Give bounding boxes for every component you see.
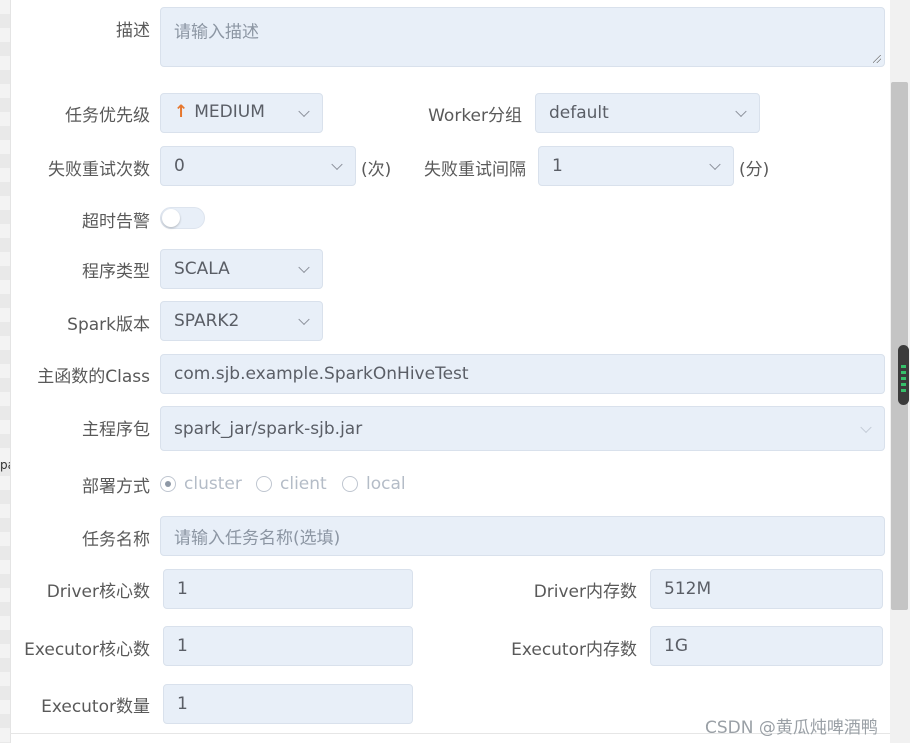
deploy-mode-radio-local[interactable]: local — [342, 474, 406, 494]
spark-version-label: Spark版本 — [67, 315, 150, 335]
radio-label: cluster — [184, 474, 242, 494]
chevron-down-icon — [735, 105, 747, 118]
executor-count-input[interactable]: 1 — [163, 684, 413, 724]
retry-interval-select[interactable]: 1 — [538, 146, 734, 186]
side-widget-icon[interactable] — [898, 345, 909, 405]
driver-memory-input[interactable]: 512M — [650, 569, 883, 609]
background-text: pa — [0, 458, 10, 472]
deploy-mode-radio-cluster[interactable]: cluster — [160, 474, 242, 494]
driver-memory-value: 512M — [664, 579, 712, 599]
task-name-placeholder: 请输入任务名称(选填) — [174, 528, 341, 549]
chevron-down-icon — [298, 313, 310, 326]
main-class-input[interactable]: com.sjb.example.SparkOnHiveTest — [160, 354, 885, 394]
task-name-label: 任务名称 — [82, 530, 150, 550]
retry-times-unit: (次) — [361, 160, 392, 180]
main-package-label: 主程序包 — [82, 420, 150, 440]
resize-handle-icon[interactable] — [873, 55, 881, 63]
task-name-input[interactable]: 请输入任务名称(选填) — [160, 516, 885, 556]
executor-memory-value: 1G — [664, 636, 688, 656]
program-type-value: SCALA — [174, 259, 230, 279]
executor-cores-input[interactable]: 1 — [163, 626, 413, 666]
chevron-down-icon — [298, 261, 310, 274]
driver-cores-label: Driver核心数 — [46, 582, 150, 602]
timeout-alarm-toggle[interactable] — [160, 207, 205, 229]
radio-label: local — [366, 474, 406, 494]
watermark-text: CSDN @黄瓜炖啤酒鸭 — [705, 718, 878, 738]
spark-version-value: SPARK2 — [174, 311, 240, 331]
retry-interval-label: 失败重试间隔 — [424, 160, 526, 180]
timeout-alarm-label: 超时告警 — [82, 212, 150, 232]
chevron-down-icon — [860, 421, 872, 433]
executor-cores-label: Executor核心数 — [24, 640, 150, 660]
background-strip — [0, 0, 10, 743]
description-textarea[interactable]: 请输入描述 — [160, 7, 885, 67]
deploy-mode-label: 部署方式 — [82, 477, 150, 497]
radio-unchecked-icon — [256, 476, 272, 492]
deploy-mode-radio-client[interactable]: client — [256, 474, 327, 494]
program-type-label: 程序类型 — [82, 262, 150, 282]
chevron-down-icon — [331, 158, 343, 171]
chevron-down-icon — [298, 105, 310, 118]
radio-label: client — [280, 474, 327, 494]
chevron-down-icon — [709, 158, 721, 171]
driver-memory-label: Driver内存数 — [533, 582, 637, 602]
main-package-value: spark_jar/spark-sjb.jar — [174, 418, 363, 439]
retry-times-label: 失败重试次数 — [48, 160, 150, 180]
main-class-label: 主函数的Class — [37, 367, 150, 387]
retry-times-select[interactable]: 0 — [160, 146, 356, 186]
executor-count-label: Executor数量 — [41, 697, 150, 717]
main-package-select[interactable]: spark_jar/spark-sjb.jar — [160, 406, 885, 451]
priority-value: MEDIUM — [194, 102, 265, 122]
description-placeholder: 请输入描述 — [174, 22, 259, 43]
radio-unchecked-icon — [342, 476, 358, 492]
priority-select[interactable]: ↑ MEDIUM — [160, 93, 323, 133]
main-class-value: com.sjb.example.SparkOnHiveTest — [174, 364, 469, 384]
arrow-up-icon: ↑ — [174, 102, 189, 122]
executor-cores-value: 1 — [177, 636, 188, 656]
priority-label: 任务优先级 — [65, 106, 150, 126]
worker-group-label: Worker分组 — [428, 106, 522, 126]
driver-cores-value: 1 — [177, 579, 188, 599]
description-label: 描述 — [116, 21, 150, 41]
worker-group-value: default — [549, 103, 609, 123]
program-type-select[interactable]: SCALA — [160, 249, 323, 289]
radio-checked-icon — [160, 476, 176, 492]
spark-version-select[interactable]: SPARK2 — [160, 301, 323, 341]
executor-memory-label: Executor内存数 — [511, 640, 637, 660]
executor-memory-input[interactable]: 1G — [650, 626, 883, 666]
driver-cores-input[interactable]: 1 — [163, 569, 413, 609]
worker-group-select[interactable]: default — [535, 93, 760, 133]
toggle-knob — [162, 209, 180, 227]
executor-count-value: 1 — [177, 694, 188, 714]
retry-times-value: 0 — [174, 156, 185, 176]
retry-interval-unit: (分) — [739, 160, 770, 180]
retry-interval-value: 1 — [552, 156, 563, 176]
